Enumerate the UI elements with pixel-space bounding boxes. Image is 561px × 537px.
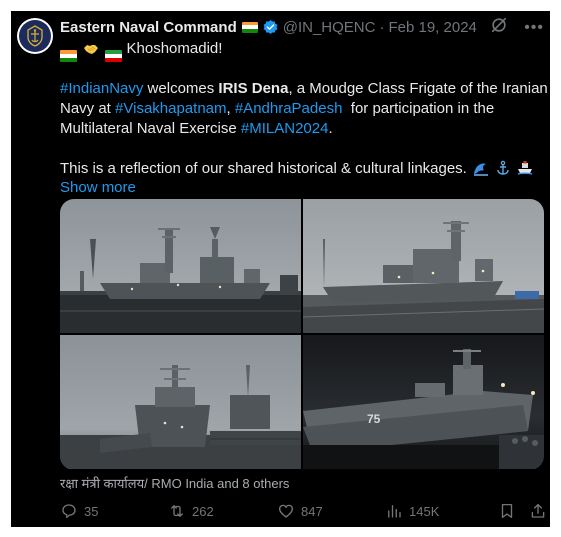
greeting-line: Khoshomadid!: [60, 39, 222, 62]
tweet-date[interactable]: Feb 19, 2024: [388, 19, 476, 36]
india-flag-icon: [60, 50, 77, 62]
like-button[interactable]: 847: [277, 502, 323, 520]
body-line-3: Multilateral Naval Exercise #MILAN2024.: [60, 119, 333, 139]
body-text: Multilateral Naval Exercise: [60, 120, 241, 137]
hashtag-milan2024[interactable]: #MILAN2024: [241, 120, 329, 137]
separator: ·: [379, 18, 385, 36]
photo-1[interactable]: [60, 199, 301, 333]
hashtag-visakhapatnam[interactable]: #Visakhapatnam: [115, 100, 226, 117]
show-more-link[interactable]: Show more: [60, 178, 136, 198]
photo-4[interactable]: 75: [303, 335, 544, 469]
handshake-icon: [84, 45, 99, 54]
author-handle[interactable]: @IN_HQENC: [283, 19, 376, 36]
views-button[interactable]: 145K: [385, 502, 439, 520]
hashtag-indiannavy[interactable]: #IndianNavy: [60, 80, 143, 97]
photo-3[interactable]: [60, 335, 301, 469]
body-text: for participation in the: [342, 100, 495, 117]
share-button[interactable]: [529, 502, 550, 520]
reply-button[interactable]: 35: [60, 502, 98, 520]
body-line-4: This is a reflection of our shared histo…: [60, 159, 533, 179]
india-flag-icon: [241, 21, 258, 33]
more-icon[interactable]: •••: [524, 19, 544, 37]
author-name[interactable]: Eastern Naval Command: [60, 19, 237, 36]
media-grid: 75: [60, 199, 544, 470]
grok-icon[interactable]: [490, 16, 508, 39]
bookmark-button[interactable]: [498, 502, 522, 520]
tweet-header: Eastern Naval Command @IN_HQENC · Feb 19…: [60, 17, 477, 37]
hull-number: 75: [367, 412, 381, 426]
body-line-2: Navy at #Visakhapatnam, #AndhraPadesh fo…: [60, 99, 494, 119]
body-text: This is a reflection of our shared histo…: [60, 160, 467, 177]
bookmark-icon: [501, 503, 513, 519]
tagged-users-caption[interactable]: रक्षा मंत्री कार्यालय/ RMO India and 8 o…: [60, 474, 289, 492]
tweet-card[interactable]: Eastern Naval Command @IN_HQENC · Feb 19…: [11, 11, 550, 527]
verified-badge-icon[interactable]: [262, 19, 279, 36]
repost-button[interactable]: 262: [168, 502, 214, 520]
share-icon: [531, 503, 545, 518]
body-text: , a Moudge Class Frigate of the Iranian: [288, 80, 548, 97]
hashtag-andhrapadesh[interactable]: #AndhraPadesh: [235, 100, 343, 117]
view-count: 145K: [409, 503, 440, 519]
body-text: welcomes: [143, 80, 219, 97]
reply-icon: [62, 504, 76, 519]
ship-icon: [518, 161, 533, 175]
repost-icon: [171, 505, 183, 517]
anchor-icon: [497, 160, 509, 175]
body-text: ,: [226, 100, 235, 117]
body-line-1: #IndianNavy welcomes IRIS Dena, a Moudge…: [60, 79, 548, 99]
repost-count: 262: [192, 503, 214, 519]
reply-count: 35: [84, 503, 99, 519]
naval-crest-icon: [19, 20, 51, 52]
body-text: .: [328, 120, 333, 137]
photo-2[interactable]: [303, 199, 544, 333]
heart-icon: [278, 504, 294, 518]
iran-flag-icon: [105, 50, 123, 62]
greeting-text: Khoshomadid!: [126, 40, 223, 57]
wave-icon: [474, 163, 489, 176]
like-count: 847: [301, 503, 323, 519]
body-text: Navy at: [60, 100, 116, 117]
ship-name: IRIS Dena: [218, 80, 289, 97]
action-bar: 35 262 847 145K: [60, 502, 545, 522]
avatar[interactable]: [17, 18, 53, 54]
views-icon: [388, 505, 401, 518]
